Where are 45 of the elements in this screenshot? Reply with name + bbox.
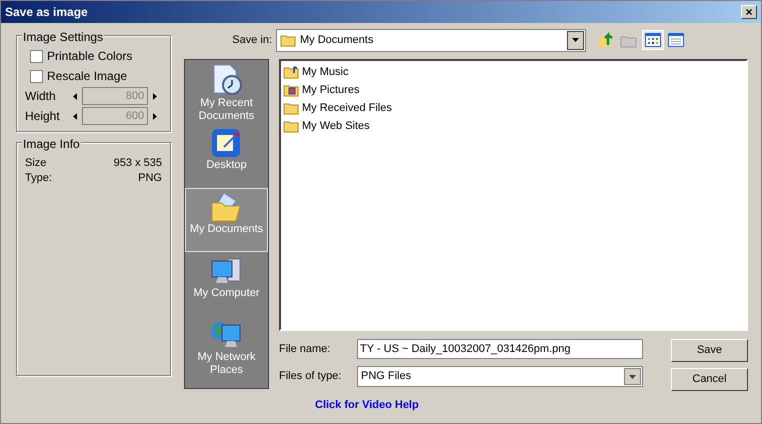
caret-icon <box>572 38 579 42</box>
place-item[interactable]: My Computer <box>185 252 268 316</box>
info-label: Size <box>25 156 46 170</box>
file-item[interactable]: My Music <box>283 63 744 81</box>
folder-icon <box>283 101 299 115</box>
file-type-label: Files of type: <box>279 369 342 384</box>
file-item[interactable]: My Pictures <box>283 81 744 99</box>
file-type-dropdown[interactable]: PNG Files <box>357 366 643 387</box>
file-name-label: File name: <box>279 342 332 357</box>
music-folder-icon <box>283 65 299 79</box>
window-title: Save as image <box>5 4 88 21</box>
dialog-button[interactable]: Cancel <box>671 368 748 391</box>
file-item[interactable]: My Received Files <box>283 99 744 117</box>
checkbox[interactable] <box>30 70 43 82</box>
checkbox[interactable] <box>30 50 43 62</box>
increment-arrow-icon[interactable] <box>153 92 157 100</box>
place-item[interactable]: My Network Places <box>185 316 268 380</box>
file-item[interactable]: My Web Sites <box>283 117 744 135</box>
folder-document-icon <box>210 191 244 223</box>
file-name-field[interactable]: TY - US ~ Daily_10032007_031426pm.png <box>357 339 643 359</box>
caret-icon <box>629 374 636 378</box>
checkbox-label: Printable Colors <box>47 48 132 65</box>
increment-arrow-icon[interactable] <box>153 112 157 120</box>
dropdown-button[interactable] <box>624 368 641 385</box>
folder-icon <box>280 33 296 47</box>
icons-view-button[interactable] <box>642 30 664 50</box>
pictures-folder-icon <box>283 83 299 97</box>
decrement-arrow-icon[interactable] <box>73 112 78 120</box>
checkbox-label: Rescale Image <box>47 68 128 85</box>
decrement-arrow-icon[interactable] <box>73 92 78 100</box>
dimension-label: Height <box>25 108 61 125</box>
place-item[interactable]: Desktop <box>185 124 268 188</box>
info-label: Type: <box>25 171 52 185</box>
place-item[interactable]: My Recent Documents <box>185 60 268 124</box>
dropdown-button[interactable] <box>567 30 584 50</box>
folder-icon <box>283 119 299 133</box>
info-value: PNG <box>138 171 162 185</box>
save-in-label: Save in: <box>231 32 273 48</box>
info-value: 953 x 535 <box>114 156 162 170</box>
video-help-link[interactable]: Click for Video Help <box>315 397 748 414</box>
save-in-dropdown[interactable]: My Documents <box>276 28 586 52</box>
dialog-button[interactable]: Save <box>671 339 748 362</box>
details-view-icon[interactable] <box>668 33 684 47</box>
close-button[interactable]: × <box>741 5 757 19</box>
dimension-label: Width <box>25 88 57 105</box>
